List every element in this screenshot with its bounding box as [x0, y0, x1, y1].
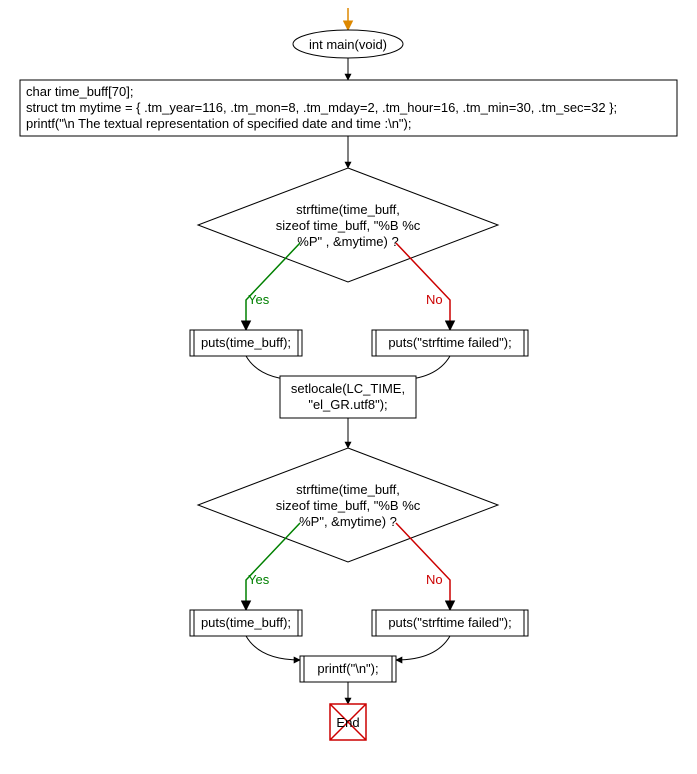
start-label: int main(void) — [309, 37, 387, 52]
dec1-yes-label: Yes — [248, 292, 270, 307]
dec2-yes-label: Yes — [248, 572, 270, 587]
init-line3: printf("\n The textual representation of… — [26, 116, 411, 131]
printf-text: printf("\n"); — [317, 661, 378, 676]
dec2-no-label: No — [426, 572, 443, 587]
decision2-line1: strftime(time_buff, — [296, 482, 400, 497]
branch1-no-text: puts("strftime failed"); — [388, 335, 511, 350]
decision2-line2: sizeof time_buff, "%B %c — [276, 498, 421, 513]
init-line1: char time_buff[70]; — [26, 84, 133, 99]
decision1-line1: strftime(time_buff, — [296, 202, 400, 217]
branch1-yes-text: puts(time_buff); — [201, 335, 291, 350]
setlocale-line1: setlocale(LC_TIME, — [291, 381, 405, 396]
setlocale-line2: "el_GR.utf8"); — [308, 397, 387, 412]
dec1-no-label: No — [426, 292, 443, 307]
edge-no2-merge — [396, 636, 450, 660]
flowchart-canvas: int main(void) char time_buff[70]; struc… — [0, 0, 697, 774]
init-line2: struct tm mytime = { .tm_year=116, .tm_m… — [26, 100, 617, 115]
decision1-line3: %P" , &mytime) ? — [297, 234, 398, 249]
decision1-line2: sizeof time_buff, "%B %c — [276, 218, 421, 233]
end-label: End — [336, 715, 359, 730]
branch2-yes-text: puts(time_buff); — [201, 615, 291, 630]
edge-yes2-merge — [246, 636, 300, 660]
branch2-no-text: puts("strftime failed"); — [388, 615, 511, 630]
decision2-line3: %P", &mytime) ? — [299, 514, 397, 529]
